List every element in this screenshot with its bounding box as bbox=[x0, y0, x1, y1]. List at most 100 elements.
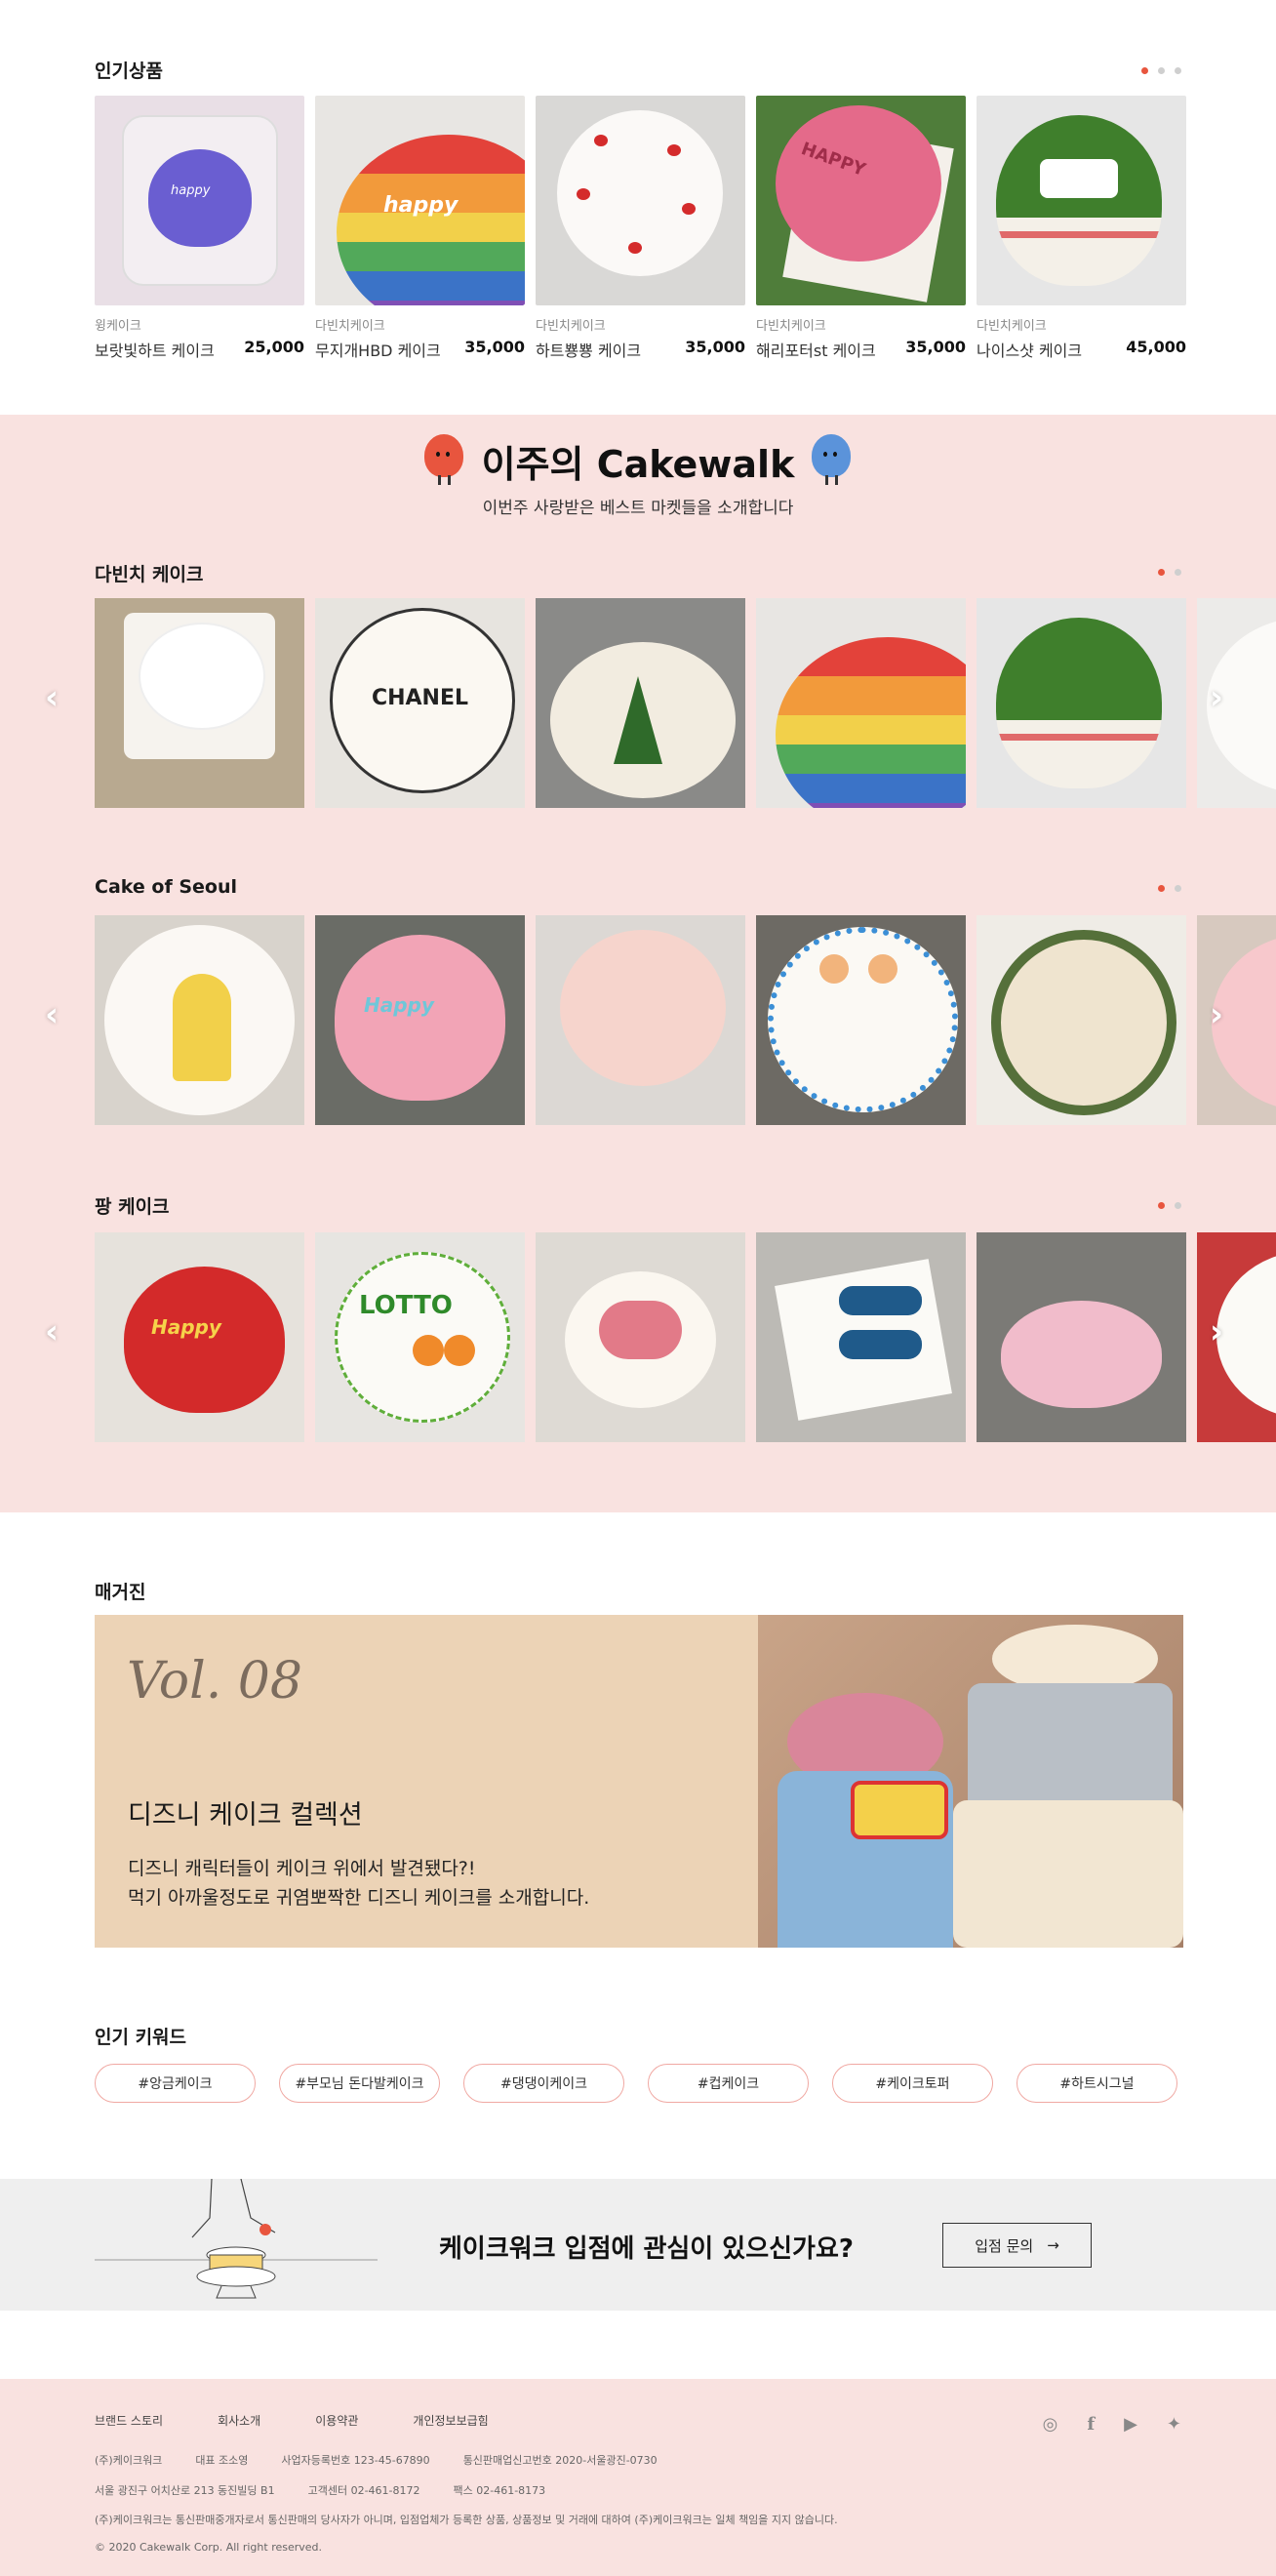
cake-image[interactable] bbox=[536, 598, 745, 808]
shop-carousel-dots[interactable] bbox=[1158, 885, 1181, 892]
shop-cake-carousel: CHANEL bbox=[95, 598, 1276, 808]
product-shop: 다빈치케이크 bbox=[536, 319, 606, 334]
footer-link-brand-story[interactable]: 브랜드 스토리 bbox=[95, 2412, 163, 2429]
cake-image[interactable] bbox=[536, 1232, 745, 1442]
shop-cake-carousel: Happy bbox=[95, 915, 1276, 1125]
carousel-next-icon[interactable]: › bbox=[1210, 995, 1223, 1034]
footer-link-company[interactable]: 회사소개 bbox=[218, 2412, 260, 2429]
cake-image[interactable] bbox=[95, 915, 304, 1125]
cake-image[interactable] bbox=[756, 915, 966, 1125]
footer-contact-info: 서울 광진구 어치산로 213 동진빌딩 B1 고객센터 02-461-8172… bbox=[95, 2482, 545, 2498]
carousel-dot[interactable] bbox=[1175, 1202, 1181, 1209]
cake-image[interactable]: Happy bbox=[315, 915, 525, 1125]
carousel-prev-icon[interactable]: ‹ bbox=[45, 1312, 59, 1351]
magazine-desc-line: 디즈니 캐릭터들이 케이크 위에서 발견됐다?! bbox=[128, 1858, 476, 1879]
cake-image[interactable] bbox=[977, 1232, 1186, 1442]
magazine-text-panel: Vol. 08 디즈니 케이크 컬렉션 디즈니 캐릭터들이 케이크 위에서 발견… bbox=[95, 1615, 758, 1948]
product-shop: 다빈치케이크 bbox=[977, 319, 1047, 334]
product-image[interactable]: happy bbox=[315, 96, 525, 305]
footer: 브랜드 스토리 회사소개 이용약관 개인정보보급힘 ◎ f ▶ ✦ (주)케이크… bbox=[0, 2379, 1276, 2576]
shop-cake-carousel: Happy LOTTO bbox=[95, 1232, 1276, 1442]
carousel-dot[interactable] bbox=[1175, 67, 1181, 74]
carousel-prev-icon[interactable]: ‹ bbox=[45, 995, 59, 1034]
cake-image[interactable] bbox=[536, 915, 745, 1125]
keyword-chip[interactable]: #케이크토퍼 bbox=[832, 2064, 993, 2103]
footer-address: 서울 광진구 어치산로 213 동진빌딩 B1 bbox=[95, 2484, 275, 2497]
magazine-desc-line: 먹기 아까울정도로 귀염뽀짝한 디즈니 케이크를 소개합니다. bbox=[128, 1887, 590, 1909]
facebook-icon[interactable]: f bbox=[1087, 2414, 1095, 2435]
magazine-card[interactable]: Vol. 08 디즈니 케이크 컬렉션 디즈니 캐릭터들이 케이크 위에서 발견… bbox=[95, 1615, 1183, 1948]
product-shop: 다빈치케이크 bbox=[315, 319, 385, 334]
baker-illustration-icon bbox=[95, 2179, 378, 2299]
carousel-prev-icon[interactable]: ‹ bbox=[45, 678, 59, 717]
keyword-chip[interactable]: #하트시그널 bbox=[1017, 2064, 1177, 2103]
popular-carousel-dots[interactable] bbox=[1141, 67, 1181, 74]
product-name[interactable]: 해리포터st 케이크 bbox=[756, 338, 876, 361]
cake-image[interactable] bbox=[977, 915, 1186, 1125]
footer-fax: 팩스 02-461-8173 bbox=[453, 2484, 546, 2497]
product-name[interactable]: 나이스샷 케이크 bbox=[977, 338, 1082, 361]
cakewalk-title: 이주의 Cakewalk bbox=[481, 443, 795, 486]
product-card[interactable]: happy 다빈치케이크 무지개HBD 케이크 35,000 bbox=[315, 96, 525, 361]
keyword-chip[interactable]: #앙금케이크 bbox=[95, 2064, 256, 2103]
carousel-dot[interactable] bbox=[1158, 67, 1165, 74]
footer-copyright: © 2020 Cakewalk Corp. All right reserved… bbox=[95, 2541, 323, 2554]
cake-image[interactable] bbox=[756, 1232, 966, 1442]
product-image[interactable]: HAPPY bbox=[756, 96, 966, 305]
shop-title[interactable]: 다빈치 케이크 bbox=[95, 560, 204, 586]
product-card[interactable]: HAPPY 다빈치케이크 해리포터st 케이크 35,000 bbox=[756, 96, 966, 361]
shop-title[interactable]: Cake of Seoul bbox=[95, 876, 237, 898]
footer-ceo: 대표 조소영 bbox=[195, 2454, 249, 2467]
product-card[interactable]: 다빈치케이크 나이스샷 케이크 45,000 bbox=[977, 96, 1186, 361]
magazine-description: 디즈니 캐릭터들이 케이크 위에서 발견됐다?! 먹기 아까울정도로 귀염뽀짝한… bbox=[128, 1854, 589, 1912]
carousel-dot[interactable] bbox=[1175, 569, 1181, 576]
carousel-dot[interactable] bbox=[1175, 885, 1181, 892]
carousel-dot[interactable] bbox=[1141, 67, 1148, 74]
footer-company-info: (주)케이크워크 대표 조소영 사업자등록번호 123-45-67890 통신판… bbox=[95, 2452, 658, 2468]
keyword-chip[interactable]: #부모님 돈다발케이크 bbox=[279, 2064, 440, 2103]
product-image[interactable] bbox=[536, 96, 745, 305]
product-image[interactable]: happy bbox=[95, 96, 304, 305]
magazine-headline[interactable]: 디즈니 케이크 컬렉션 bbox=[128, 1793, 363, 1831]
carousel-dot[interactable] bbox=[1158, 885, 1165, 892]
product-shop: 다빈치케이크 bbox=[756, 319, 826, 334]
arrow-right-icon: → bbox=[1047, 2236, 1059, 2254]
footer-links: 브랜드 스토리 회사소개 이용약관 개인정보보급힘 bbox=[95, 2412, 489, 2429]
cake-image[interactable]: LOTTO bbox=[315, 1232, 525, 1442]
carousel-next-icon[interactable]: › bbox=[1210, 678, 1223, 717]
keyword-list: #앙금케이크 #부모님 돈다발케이크 #댕댕이케이크 #컵케이크 #케이크토퍼 … bbox=[95, 2064, 1177, 2103]
footer-notice: (주)케이크워크는 통신판매중개자로서 통신판매의 당사자가 아니며, 입점업체… bbox=[95, 2514, 838, 2526]
cake-image[interactable] bbox=[95, 598, 304, 808]
youtube-icon[interactable]: ▶ bbox=[1124, 2414, 1137, 2435]
carousel-next-icon[interactable]: › bbox=[1210, 1312, 1223, 1351]
instagram-icon[interactable]: ◎ bbox=[1043, 2414, 1058, 2435]
carousel-dot[interactable] bbox=[1158, 1202, 1165, 1209]
partner-banner-text: 케이크워크 입점에 관심이 있으신가요? bbox=[439, 2234, 854, 2264]
cake-image[interactable]: CHANEL bbox=[315, 598, 525, 808]
footer-tel: 고객센터 02-461-8172 bbox=[307, 2484, 420, 2497]
product-name[interactable]: 하트뿅뿅 케이크 bbox=[536, 338, 641, 361]
footer-company: (주)케이크워크 bbox=[95, 2454, 163, 2467]
product-price: 45,000 bbox=[1126, 338, 1186, 356]
product-name[interactable]: 보랏빛하트 케이크 bbox=[95, 338, 215, 361]
footer-link-privacy[interactable]: 개인정보보급힘 bbox=[413, 2412, 488, 2429]
keyword-chip[interactable]: #댕댕이케이크 bbox=[463, 2064, 624, 2103]
twitter-icon[interactable]: ✦ bbox=[1167, 2414, 1181, 2435]
product-price: 25,000 bbox=[244, 338, 304, 356]
shop-title[interactable]: 팡 케이크 bbox=[95, 1192, 170, 1219]
shop-carousel-dots[interactable] bbox=[1158, 1202, 1181, 1209]
cake-image[interactable] bbox=[977, 598, 1186, 808]
product-card[interactable]: 다빈치케이크 하트뿅뿅 케이크 35,000 bbox=[536, 96, 745, 361]
shop-carousel-dots[interactable] bbox=[1158, 569, 1181, 576]
carousel-dot[interactable] bbox=[1158, 569, 1165, 576]
footer-link-terms[interactable]: 이용약관 bbox=[315, 2412, 358, 2429]
product-name[interactable]: 무지개HBD 케이크 bbox=[315, 338, 441, 361]
keyword-chip[interactable]: #컵케이크 bbox=[648, 2064, 809, 2103]
product-card[interactable]: happy 윙케이크 보랏빛하트 케이크 25,000 bbox=[95, 96, 304, 361]
cake-image[interactable]: Happy bbox=[95, 1232, 304, 1442]
magazine-image[interactable] bbox=[758, 1615, 1183, 1948]
partner-inquiry-button[interactable]: 입점 문의 → bbox=[942, 2223, 1092, 2268]
product-shop: 윙케이크 bbox=[95, 319, 141, 334]
cake-image[interactable] bbox=[756, 598, 966, 808]
product-image[interactable] bbox=[977, 96, 1186, 305]
